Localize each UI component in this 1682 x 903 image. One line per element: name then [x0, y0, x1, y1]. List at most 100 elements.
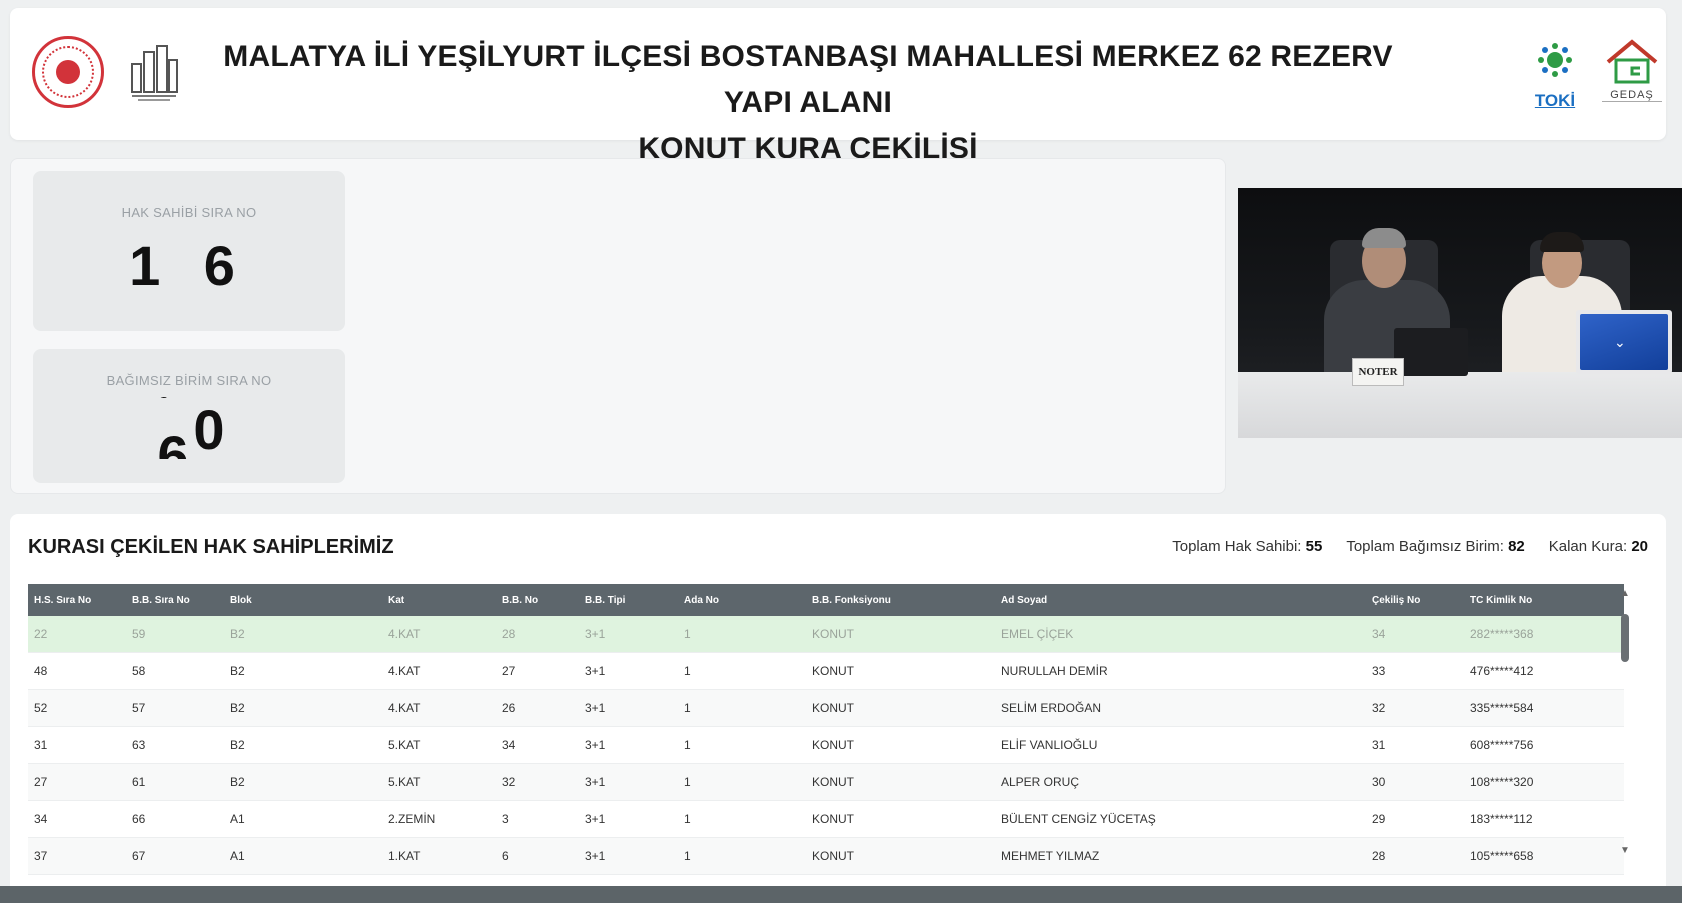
table-cell: MEHMET YILMAZ — [1001, 849, 1100, 863]
table-cell: B2 — [230, 775, 245, 789]
table-cell: 5.KAT — [388, 738, 421, 752]
table-cell: 3 — [502, 812, 509, 826]
table-cell: 1 — [684, 775, 691, 789]
table-cell: 28 — [1372, 849, 1386, 863]
kalan-kura-stat: Kalan Kura: 20 — [1548, 538, 1648, 555]
table-cell: 3+1 — [585, 664, 606, 678]
table-scrollbar[interactable]: ▲ ▼ — [1618, 586, 1632, 856]
column-header[interactable]: Çekiliş No — [1366, 595, 1464, 606]
table-cell: 1 — [684, 812, 691, 826]
table-cell: EMEL ÇİÇEK — [1001, 627, 1074, 641]
table-cell: KONUT — [812, 738, 854, 752]
table-cell: 1.KAT — [388, 849, 421, 863]
table-cell: 1 — [684, 627, 691, 641]
city-building-logo — [131, 45, 178, 101]
toplam-hak-sahibi-stat: Toplam Hak Sahibi: 55 — [1172, 538, 1323, 555]
gedas-house-icon — [1606, 39, 1658, 84]
scroll-down-icon[interactable]: ▼ — [1620, 845, 1630, 856]
toplam-bagimsiz-birim-stat: Toplam Bağımsız Birim: 82 — [1346, 538, 1525, 555]
table-cell: 1 — [684, 849, 691, 863]
table-cell: 32 — [502, 775, 516, 789]
hak-sahibi-counter-card: HAK SAHİBİ SIRA NO 1 6 — [33, 171, 345, 331]
column-header[interactable]: Blok — [224, 595, 382, 606]
table-row[interactable]: 31 63 B2 5.KAT 34 3+1 1 KONUT ELİF VANLI… — [28, 727, 1624, 764]
column-header[interactable]: B.B. Fonksiyonu — [806, 595, 995, 606]
table-cell: 33 — [1372, 664, 1386, 678]
table-cell: 32 — [1372, 701, 1386, 715]
table-cell: 37 — [34, 849, 48, 863]
column-header[interactable]: Kat — [382, 595, 496, 606]
toki-logo: TOKİ — [1530, 40, 1580, 110]
bagimsiz-birim-label: BAĞIMSIZ BİRİM SIRA NO — [106, 373, 272, 388]
table-row[interactable]: 34 66 A1 2.ZEMİN 3 3+1 1 KONUT BÜLENT CE… — [28, 801, 1624, 838]
table-cell: KONUT — [812, 812, 854, 826]
table-row[interactable]: 22 59 B2 4.KAT 28 3+1 1 KONUT EMEL ÇİÇEK… — [28, 616, 1624, 653]
column-header[interactable]: B.B. Sıra No — [126, 595, 224, 606]
table-cell: 105*****658 — [1470, 849, 1534, 863]
table-cell: 30 — [1372, 775, 1386, 789]
table-cell: 34 — [1372, 627, 1386, 641]
scroll-up-icon[interactable]: ▲ — [1620, 588, 1630, 599]
table-cell: 67 — [132, 849, 146, 863]
live-video-feed: ⌄ NOTER — [1238, 188, 1682, 438]
table-cell: 476*****412 — [1470, 664, 1534, 678]
page-title: MALATYA İLİ YEŞİLYURT İLÇESİ BOSTANBAŞI … — [190, 34, 1426, 172]
table-row[interactable]: 48 58 B2 4.KAT 27 3+1 1 KONUT NURULLAH D… — [28, 653, 1624, 690]
table-cell: ELİF VANLIOĞLU — [1001, 738, 1098, 752]
table-row[interactable]: 27 61 B2 5.KAT 32 3+1 1 KONUT ALPER ORUÇ… — [28, 764, 1624, 801]
column-header[interactable]: Ada No — [678, 595, 806, 606]
table-cell: KONUT — [812, 849, 854, 863]
hak-sahibi-label: HAK SAHİBİ SIRA NO — [121, 205, 257, 220]
column-header[interactable]: Ad Soyad — [995, 595, 1366, 606]
table-row[interactable]: 37 67 A1 1.KAT 6 3+1 1 KONUT MEHMET YILM… — [28, 838, 1624, 875]
table-cell: 4.KAT — [388, 627, 421, 641]
table-cell: 335*****584 — [1470, 701, 1534, 715]
table-cell: 28 — [502, 627, 516, 641]
table-cell: 6 — [502, 849, 509, 863]
column-header[interactable]: B.B. No — [496, 595, 579, 606]
table-cell: B2 — [230, 664, 245, 678]
table-cell: 3+1 — [585, 701, 606, 715]
ministry-emblem-logo — [32, 36, 104, 108]
table-cell: KONUT — [812, 627, 854, 641]
table-cell: 3+1 — [585, 812, 606, 826]
column-header[interactable]: TC Kimlik No — [1464, 595, 1624, 606]
table-cell: 183*****112 — [1470, 812, 1533, 826]
table-cell: 26 — [502, 701, 516, 715]
table-row[interactable]: 52 57 B2 4.KAT 26 3+1 1 KONUT SELİM ERDO… — [28, 690, 1624, 727]
table-cell: NURULLAH DEMİR — [1001, 664, 1108, 678]
table-cell: 34 — [34, 812, 48, 826]
table-cell: SELİM ERDOĞAN — [1001, 701, 1102, 715]
table-header-row: H.S. Sıra No B.B. Sıra No Blok Kat B.B. … — [28, 584, 1624, 616]
table-cell: 3+1 — [585, 849, 606, 863]
scroll-thumb[interactable] — [1621, 614, 1629, 662]
table-cell: 2.ZEMİN — [388, 812, 436, 826]
column-header[interactable]: H.S. Sıra No — [28, 595, 126, 606]
rolling-digit: ˘ 6 — [157, 397, 189, 459]
footer-bar — [0, 886, 1682, 903]
noter-sign: NOTER — [1352, 358, 1404, 386]
table-cell: BÜLENT CENGİZ YÜCETAŞ — [1001, 812, 1156, 826]
column-header[interactable]: B.B. Tipi — [579, 595, 678, 606]
table-cell: 58 — [132, 664, 146, 678]
bagimsiz-birim-counter-card: BAĞIMSIZ BİRİM SIRA NO ˘ 6 0 — [33, 349, 345, 483]
table-cell: 52 — [34, 701, 48, 715]
table-cell: ALPER ORUÇ — [1001, 775, 1080, 789]
table-cell: 1 — [684, 738, 691, 752]
title-line-1: MALATYA İLİ YEŞİLYURT İLÇESİ BOSTANBAŞI … — [223, 40, 1393, 119]
table-cell: 608*****756 — [1470, 738, 1534, 752]
table-cell: 4.KAT — [388, 701, 421, 715]
table-cell: KONUT — [812, 701, 854, 715]
table-cell: 27 — [502, 664, 516, 678]
table-cell: 3+1 — [585, 738, 606, 752]
table-cell: 48 — [34, 664, 48, 678]
header: MALATYA İLİ YEŞİLYURT İLÇESİ BOSTANBAŞI … — [10, 8, 1666, 165]
gedas-label: GEDAŞ — [1602, 89, 1662, 102]
table-cell: 4.KAT — [388, 664, 421, 678]
table-cell: 63 — [132, 738, 146, 752]
table-cell: 66 — [132, 812, 146, 826]
table-cell: B2 — [230, 627, 245, 641]
table-title: KURASI ÇEKİLEN HAK SAHİPLERİMİZ — [28, 536, 394, 558]
table-cell: 108*****320 — [1470, 775, 1534, 789]
table-cell: B2 — [230, 738, 245, 752]
